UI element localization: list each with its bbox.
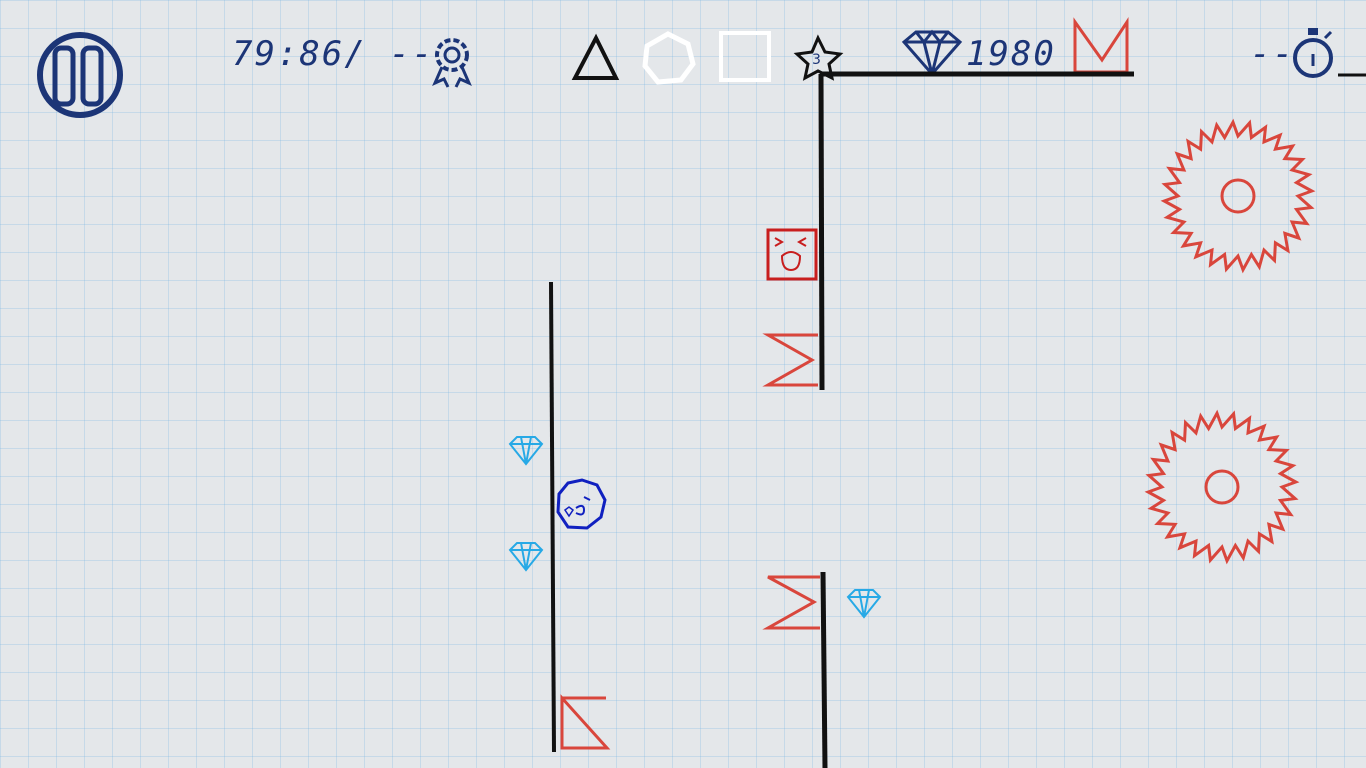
star-count: 3 (812, 52, 821, 68)
saw-blade (1160, 118, 1316, 274)
level-timer: 79:86/ -- (232, 34, 435, 74)
best-time: -- (1250, 34, 1295, 74)
diamond-icon (901, 29, 963, 77)
spike-trap (762, 575, 820, 630)
gem-pickup (508, 542, 544, 572)
shape-circle-button[interactable] (642, 31, 696, 85)
blue-ball-character (556, 478, 607, 530)
red-square-character (766, 228, 818, 281)
wall-right-lower (820, 571, 828, 768)
gem-pickup (846, 589, 882, 619)
spike-trap (560, 694, 611, 750)
spike-trap (762, 333, 818, 387)
shape-triangle-button[interactable] (571, 33, 620, 80)
ribbon-medal-icon (432, 38, 472, 88)
stopwatch-icon (1293, 28, 1333, 78)
gem-count: 1980 (966, 34, 1056, 74)
wall-top-ledge (820, 71, 1366, 77)
shape-square-button[interactable] (719, 31, 771, 82)
saw-blade (1144, 409, 1300, 565)
wall-left (549, 281, 556, 753)
crown-icon (1073, 16, 1129, 74)
wall-right-upper (818, 73, 825, 391)
gem-pickup (508, 436, 544, 466)
pause-button[interactable] (37, 32, 123, 118)
